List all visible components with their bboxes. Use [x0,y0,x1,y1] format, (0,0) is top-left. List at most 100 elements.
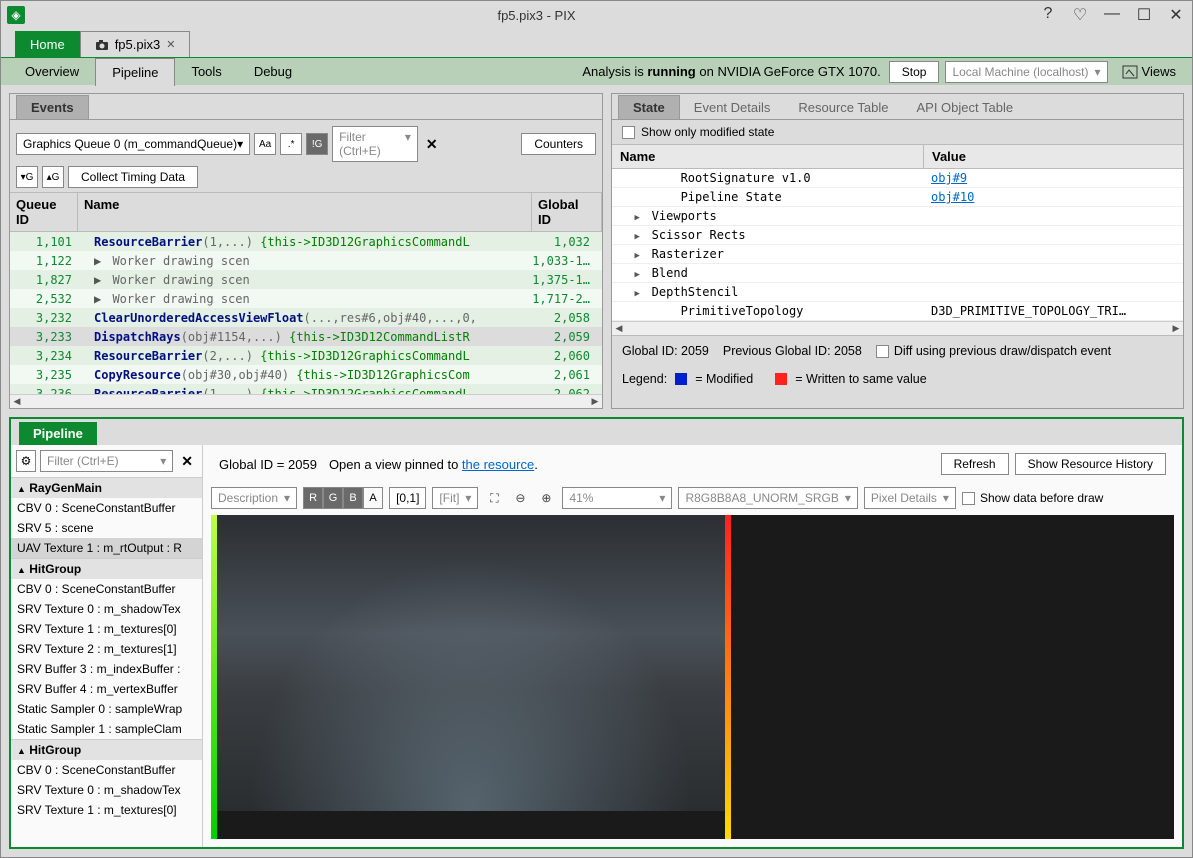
scroll-right-icon[interactable]: ▶ [588,396,602,407]
pipeline-item[interactable]: CBV 0 : SceneConstantBuffer [11,579,202,599]
help-icon[interactable]: ? [1038,5,1058,25]
state-h-scroll[interactable]: ◀ ▶ [612,321,1183,335]
state-row[interactable]: ▶ Rasterizer [612,245,1183,264]
channel-r[interactable]: R [303,487,323,509]
close-button[interactable]: ✕ [1166,5,1186,25]
channel-a[interactable]: A [363,487,383,509]
state-row[interactable]: Pipeline Stateobj#10 [612,188,1183,207]
pipeline-item[interactable]: SRV Texture 0 : m_shadowTex [11,780,202,800]
state-col-value[interactable]: Value [923,145,1183,168]
heart-icon[interactable]: ♡ [1070,5,1090,25]
scroll-left-icon[interactable]: ◀ [612,323,626,334]
state-row[interactable]: ▶ DepthStencil [612,283,1183,302]
regex-toggle[interactable]: .* [280,133,302,155]
g-down-button[interactable]: ▾G [16,166,38,188]
show-only-modified-checkbox[interactable] [622,126,635,139]
maximize-button[interactable]: ☐ [1134,5,1154,25]
description-combo[interactable]: Description [211,487,297,509]
counters-button[interactable]: Counters [521,133,596,155]
gear-icon[interactable]: ⚙ [16,450,36,472]
event-row[interactable]: 1,101ResourceBarrier(1,...) {this->ID3D1… [10,232,602,251]
pipeline-item[interactable]: Static Sampler 1 : sampleClam [11,719,202,739]
pixel-details-combo[interactable]: Pixel Details [864,487,956,509]
before-draw-checkbox[interactable] [962,492,975,505]
state-value-link[interactable]: obj#9 [931,171,967,185]
state-row[interactable]: ▶ Viewports [612,207,1183,226]
pipeline-item[interactable]: SRV Buffer 4 : m_vertexBuffer [11,679,202,699]
file-tab[interactable]: fp5.pix3 ✕ [80,31,191,57]
g-up-button[interactable]: ▴G [42,166,64,188]
event-row[interactable]: 1,122▶ Worker drawing scen1,033-1… [10,251,602,270]
scroll-right-icon[interactable]: ▶ [1169,323,1183,334]
col-queue-id[interactable]: Queue ID [10,193,78,231]
event-row[interactable]: 3,236ResourceBarrier(1,...) {this->ID3D1… [10,384,602,394]
clear-filter-icon[interactable]: ✕ [422,136,442,153]
case-toggle[interactable]: Aa [254,133,276,155]
pipeline-item[interactable]: SRV Texture 2 : m_textures[1] [11,639,202,659]
event-row[interactable]: 3,232ClearUnorderedAccessViewFloat(...,r… [10,308,602,327]
fit-combo[interactable]: [Fit] [432,487,478,509]
pipeline-section-heading[interactable]: ▲ HitGroup [11,739,202,760]
event-row[interactable]: 3,233DispatchRays(obj#1154,...) {this->I… [10,327,602,346]
home-tab[interactable]: Home [15,31,80,57]
events-grid[interactable]: 1,101ResourceBarrier(1,...) {this->ID3D1… [10,232,602,394]
state-row[interactable]: PrimitiveTopologyD3D_PRIMITIVE_TOPOLOGY_… [612,302,1183,321]
pipeline-item[interactable]: CBV 0 : SceneConstantBuffer [11,498,202,518]
events-tab[interactable]: Events [16,95,89,119]
channel-b[interactable]: B [343,487,363,509]
resource-table-tab[interactable]: Resource Table [784,96,902,119]
state-value-link[interactable]: obj#10 [931,190,974,204]
zoom-combo[interactable]: 41% [562,487,672,509]
pipeline-item[interactable]: UAV Texture 1 : m_rtOutput : R [11,538,202,558]
state-row[interactable]: RootSignature v1.0obj#9 [612,169,1183,188]
expand-icon[interactable]: ⛶ [484,488,504,508]
state-grid[interactable]: RootSignature v1.0obj#9 Pipeline Stateob… [612,169,1183,321]
events-filter[interactable]: Filter (Ctrl+E) [332,126,418,162]
pipeline-filter[interactable]: Filter (Ctrl+E) [40,450,173,472]
pipeline-tree[interactable]: ▲ RayGenMainCBV 0 : SceneConstantBufferS… [11,477,202,847]
collect-timing-button[interactable]: Collect Timing Data [68,166,198,188]
refresh-button[interactable]: Refresh [941,453,1009,475]
stop-button[interactable]: Stop [889,61,940,83]
channel-g[interactable]: G [323,487,343,509]
state-row[interactable]: ▶ Blend [612,264,1183,283]
scroll-left-icon[interactable]: ◀ [10,396,24,407]
pipeline-item[interactable]: SRV Texture 0 : m_shadowTex [11,599,202,619]
col-global-id[interactable]: Global ID [532,193,602,231]
zoom-out-icon[interactable]: ⊖ [510,488,530,508]
pipeline-item[interactable]: SRV Texture 1 : m_textures[0] [11,800,202,820]
tab-overview[interactable]: Overview [9,58,95,86]
api-object-tab[interactable]: API Object Table [902,96,1027,119]
pipeline-item[interactable]: CBV 0 : SceneConstantBuffer [11,760,202,780]
queue-combo[interactable]: Graphics Queue 0 (m_commandQueue) [16,133,250,155]
the-resource-link[interactable]: the resource [462,457,534,472]
state-row[interactable]: ▶ Scissor Rects [612,226,1183,245]
tab-tools[interactable]: Tools [175,58,237,86]
col-name[interactable]: Name [78,193,532,231]
pipeline-item[interactable]: Static Sampler 0 : sampleWrap [11,699,202,719]
views-button[interactable]: Views [1114,64,1184,79]
pipeline-section-heading[interactable]: ▲ RayGenMain [11,477,202,498]
render-view[interactable] [211,515,1174,839]
state-col-name[interactable]: Name [612,145,923,168]
events-h-scroll[interactable]: ◀ ▶ [10,394,602,408]
pipeline-tab[interactable]: Pipeline [19,422,97,445]
show-resource-history-button[interactable]: Show Resource History [1015,453,1166,475]
diff-checkbox[interactable] [876,345,889,358]
close-tab-icon[interactable]: ✕ [166,38,175,51]
event-row[interactable]: 3,234ResourceBarrier(2,...) {this->ID3D1… [10,346,602,365]
tab-debug[interactable]: Debug [238,58,308,86]
pipeline-item[interactable]: SRV Texture 1 : m_textures[0] [11,619,202,639]
range-button[interactable]: [0,1] [389,487,426,509]
clear-pipeline-filter-icon[interactable]: ✕ [177,453,197,470]
event-row[interactable]: 3,235CopyResource(obj#30,obj#40) {this->… [10,365,602,384]
machine-combo[interactable]: Local Machine (localhost) [945,61,1107,83]
minimize-button[interactable]: — [1102,5,1122,25]
g-toggle[interactable]: !G [306,133,328,155]
pipeline-section-heading[interactable]: ▲ HitGroup [11,558,202,579]
pipeline-item[interactable]: SRV Buffer 3 : m_indexBuffer : [11,659,202,679]
pipeline-item[interactable]: SRV 5 : scene [11,518,202,538]
state-tab[interactable]: State [618,95,680,119]
zoom-in-icon[interactable]: ⊕ [536,488,556,508]
event-details-tab[interactable]: Event Details [680,96,785,119]
